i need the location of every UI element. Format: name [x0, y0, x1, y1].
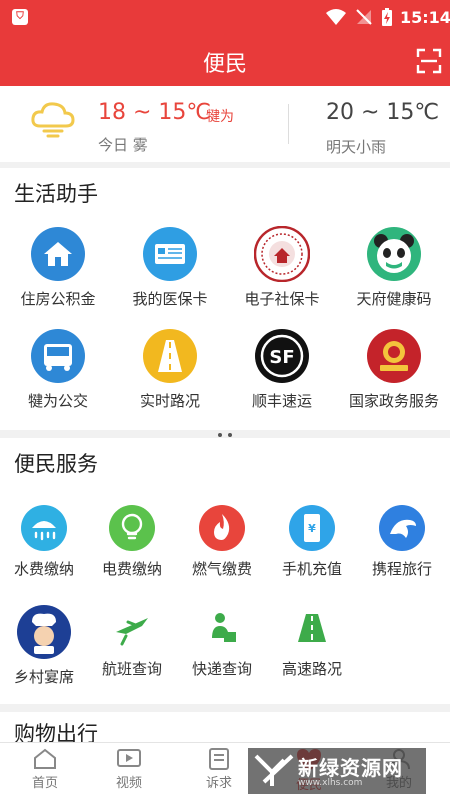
- watermark-text: 新绿资源网: [298, 756, 403, 780]
- service-traffic[interactable]: 实时路况: [114, 328, 226, 411]
- tab-home[interactable]: 首页: [0, 743, 90, 800]
- page-title: 便民: [202, 52, 247, 77]
- status-time: 15:14: [400, 8, 450, 27]
- service-label: 携程旅行: [371, 560, 432, 578]
- wifi-icon: [326, 9, 346, 25]
- service-housing-fund[interactable]: 住房公积金: [2, 226, 114, 309]
- chef-icon: [17, 605, 71, 659]
- section-title-convenience: 便民服务: [14, 452, 98, 476]
- medical-card-icon: [143, 227, 197, 281]
- tab-label: 视频: [115, 776, 142, 791]
- service-highway-traffic[interactable]: 高速路况: [256, 604, 368, 679]
- watermark-url: www.xlhs.com: [298, 778, 363, 788]
- weather-divider: [288, 104, 289, 144]
- panda-icon: [367, 227, 421, 281]
- lightbulb-icon: [109, 505, 155, 551]
- service-label: 我的医保卡: [132, 290, 208, 308]
- national-emblem-icon: [367, 329, 421, 383]
- sf-express-icon: SF: [255, 329, 309, 383]
- weather-city: 犍为: [206, 109, 234, 125]
- phone-recharge-icon: ¥: [289, 505, 335, 551]
- service-label: 电子社保卡: [244, 290, 320, 308]
- service-label: 高速路况: [281, 660, 342, 678]
- service-ctrip[interactable]: 携程旅行: [346, 504, 450, 579]
- weather-card[interactable]: 18 ~ 15℃ 犍为 今日 雾 20 ~ 15℃ 明天小雨: [0, 86, 450, 162]
- home-icon: [34, 748, 56, 769]
- service-label: 国家政务服务: [348, 392, 439, 410]
- dolphin-icon: [379, 505, 425, 551]
- service-label: 顺丰速运: [251, 392, 312, 410]
- today-weather-desc: 今日 雾: [98, 136, 148, 154]
- service-health-code[interactable]: 天府健康码: [338, 226, 450, 309]
- social-security-seal-icon: [254, 226, 310, 282]
- section-title-life-assistant: 生活助手: [14, 182, 98, 206]
- service-medical-card[interactable]: 我的医保卡: [114, 226, 226, 309]
- video-icon: [117, 749, 141, 767]
- house-icon: [31, 227, 85, 281]
- highway-icon: [298, 614, 326, 642]
- service-label: 实时路况: [139, 392, 200, 410]
- scan-icon[interactable]: [416, 48, 442, 74]
- bus-icon: [31, 329, 85, 383]
- svg-text:SF: SF: [269, 347, 294, 368]
- watermark: 新绿资源网 www.xlhs.com: [248, 748, 426, 794]
- courier-icon: [212, 613, 236, 642]
- status-bar: ⛉ 15:14: [0, 0, 450, 34]
- service-label: 住房公积金: [20, 290, 96, 308]
- app-notification-icon: ⛉: [12, 9, 28, 25]
- section-title-shopping: 购物出行: [14, 722, 98, 742]
- airplane-icon: [116, 618, 148, 646]
- fog-cloud-icon: [31, 102, 75, 138]
- service-government[interactable]: 国家政务服务: [338, 328, 450, 411]
- battery-charging-icon: [382, 8, 392, 26]
- watermark-logo-icon: [254, 754, 294, 786]
- life-assistant-section: 生活助手 住房公积金 我的医保卡 电子社保卡 天府健康码 犍为公交 实时路况 S…: [0, 168, 450, 430]
- title-bar: 便民: [0, 34, 450, 86]
- service-bus[interactable]: 犍为公交: [2, 328, 114, 411]
- service-sf-express[interactable]: SF 顺丰速运: [226, 328, 338, 411]
- tomorrow-weather-desc: 明天小雨: [326, 138, 387, 156]
- service-social-security-card[interactable]: 电子社保卡: [226, 226, 338, 309]
- today-temperature: 18 ~ 15℃: [98, 100, 212, 125]
- convenience-services-section: 便民服务 水费缴纳 电费缴纳 燃气缴费 ¥ 手机充值 携程旅行 乡村宴席 航班查…: [0, 438, 450, 704]
- tomorrow-temperature: 20 ~ 15℃: [326, 100, 440, 125]
- road-icon: [143, 329, 197, 383]
- tab-video[interactable]: 视频: [84, 743, 174, 800]
- appeal-icon: [209, 748, 229, 770]
- water-drop-icon: [21, 505, 67, 551]
- tab-label: 首页: [31, 776, 58, 791]
- service-label: 天府健康码: [356, 290, 432, 308]
- svg-text:¥: ¥: [308, 522, 316, 535]
- flame-icon: [199, 505, 245, 551]
- shopping-section: 购物出行: [0, 712, 450, 742]
- no-signal-icon: [356, 9, 372, 25]
- service-label: 犍为公交: [27, 392, 88, 410]
